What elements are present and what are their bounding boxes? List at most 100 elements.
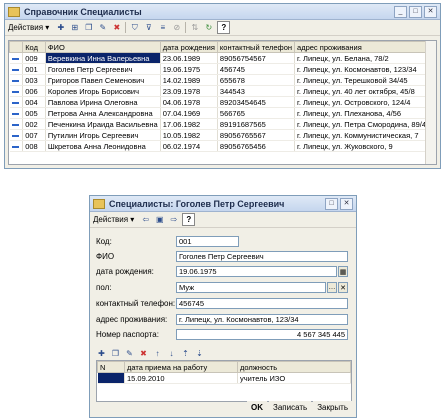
cell-code[interactable]: 003 [22,74,46,86]
cell-fio[interactable]: Веревкина Инна Валерьевна [45,52,161,64]
select-ellipsis-icon[interactable]: … [327,282,337,293]
address-field[interactable]: г. Липецк, ул. Космонавтов, 123/34 [176,314,348,325]
header-phone[interactable]: контактный телефон [216,41,296,53]
save-button[interactable]: Записать [269,401,312,414]
row-edit-icon[interactable]: ✎ [124,349,135,360]
cell-fio[interactable]: Путилин Игорь Сергеевич [45,129,161,141]
ok-button[interactable]: OK [247,401,267,414]
row-down-icon[interactable]: ↓ [166,349,177,360]
refresh-icon[interactable]: ↻ [203,22,214,33]
save-icon[interactable]: ▣ [154,214,165,225]
table-row[interactable]: 004 Павлова Ирина Олеговна 04.06.1978 89203… [9,96,429,108]
cell-address[interactable]: г. Липецк, ул. Петра Смородина, 89/4 [294,118,429,130]
cell-fio[interactable]: Григоров Павел Семенович [45,74,161,86]
sort-icon[interactable]: ⇅ [189,22,200,33]
row-marker[interactable] [9,52,24,64]
row-up-icon[interactable]: ↑ [152,349,163,360]
header-fio[interactable]: ФИО [44,41,161,53]
row-marker[interactable] [9,96,24,108]
table-row[interactable]: 009 Веревкина Инна Валерьевна 23.06.1989 89… [9,52,429,64]
close-icon[interactable]: ✕ [340,197,353,210]
maximize-icon[interactable]: □ [409,5,422,18]
cell-code[interactable]: 001 [22,63,46,75]
add-icon[interactable]: ✚ [55,22,66,33]
cell-dob[interactable]: 23.09.1978 [160,85,218,97]
header-address[interactable]: адрес проживания [294,41,429,53]
close-icon[interactable]: ✕ [424,5,437,18]
filter-list-icon[interactable]: ≡ [157,22,168,33]
cell-n[interactable]: 1 [97,372,125,384]
calendar-icon[interactable]: ▦ [338,266,348,277]
clear-icon[interactable]: ✕ [338,282,348,293]
cell-phone[interactable]: 89056754567 [217,52,296,64]
help-button[interactable]: ? [217,21,231,34]
row-copy-icon[interactable]: ❐ [110,349,121,360]
cell-address[interactable]: г. Липецк, ул. Жуковского, 9 [294,140,429,152]
header-hire-date[interactable]: дата приема на работу [124,361,238,373]
passport-field[interactable]: 4 567 345 445 [176,329,348,340]
row-marker[interactable] [9,63,24,75]
filter-icon[interactable]: ⛉ [129,22,140,33]
cell-phone[interactable]: 89191687565 [217,118,296,130]
cell-address[interactable]: г. Липецк, ул. Космонавтов, 123/34 [294,63,429,75]
filter-value-icon[interactable]: ⊽ [143,22,154,33]
table-row[interactable]: 001 Гоголев Петр Сергеевич 19.06.1975 45674… [9,63,429,75]
filter-off-icon[interactable]: ⊘ [171,22,182,33]
row-add-icon[interactable]: ✚ [96,349,107,360]
cell-fio[interactable]: Гоголев Петр Сергеевич [45,63,161,75]
fio-field[interactable]: Гоголев Петр Сергеевич [176,251,348,262]
row-marker[interactable] [9,140,24,152]
maximize-icon[interactable]: □ [325,197,338,210]
cell-address[interactable]: г. Липецк, ул. Коммунистическая, 7 [294,129,429,141]
cell-position[interactable]: учитель ИЗО [237,372,351,384]
post-icon[interactable]: ⇨ [168,214,179,225]
cell-code[interactable]: 002 [22,118,46,130]
cell-address[interactable]: г. Липецк, ул. Терешковой 34/45 [294,74,429,86]
row-marker[interactable] [9,129,24,141]
copy-icon[interactable]: ❐ [83,22,94,33]
table-row[interactable]: 006 Королев Игорь Борисович 23.09.1978 3445… [9,85,429,97]
delete-icon[interactable]: ✖ [111,22,122,33]
row-marker[interactable] [9,85,24,97]
sort-desc-icon[interactable]: ⇣ [194,349,205,360]
header-position[interactable]: должность [237,361,351,373]
add-group-icon[interactable]: ⊞ [69,22,80,33]
cell-phone[interactable]: 566765 [217,107,296,119]
table-row[interactable]: 005 Петрова Анна Александровна 07.04.1969 5… [9,107,429,119]
cell-dob[interactable]: 06.02.1974 [160,140,218,152]
close-button[interactable]: Закрыть [313,401,352,414]
cell-phone[interactable]: 344543 [217,85,296,97]
cell-code[interactable]: 005 [22,107,46,119]
cell-fio[interactable]: Королев Игорь Борисович [45,85,161,97]
vertical-scrollbar[interactable] [425,41,436,164]
table-row[interactable]: 008 Шкретова Анна Леонидовна 06.02.1974 890… [9,140,429,152]
cell-address[interactable]: г. Липецк, ул. Белана, 78/2 [294,52,429,64]
row-marker[interactable] [9,118,24,130]
cell-fio[interactable]: Печенкина Ираида Васильевна [45,118,161,130]
sort-asc-icon[interactable]: ⇡ [180,349,191,360]
cell-dob[interactable]: 04.06.1978 [160,96,218,108]
row-marker[interactable] [9,107,24,119]
cell-dob[interactable]: 17.06.1982 [160,118,218,130]
back-icon[interactable]: ⇦ [140,214,151,225]
cell-code[interactable]: 006 [22,85,46,97]
row-marker[interactable] [9,74,24,86]
dob-field[interactable]: 19.06.1975 [176,266,337,277]
cell-phone[interactable]: 89203454645 [217,96,296,108]
cell-hire-date[interactable]: 15.09.2010 [124,372,238,384]
header-dob[interactable]: дата рождения [159,41,218,53]
help-button[interactable]: ? [182,213,196,226]
cell-phone[interactable]: 89056765567 [217,129,296,141]
header-code[interactable]: Код [22,41,46,53]
phone-field[interactable]: 456745 [176,298,348,309]
cell-phone[interactable]: 655678 [217,74,296,86]
cell-fio[interactable]: Павлова Ирина Олеговна [45,96,161,108]
cell-code[interactable]: 008 [22,140,46,152]
cell-dob[interactable]: 19.06.1975 [160,63,218,75]
edit-icon[interactable]: ✎ [97,22,108,33]
cell-dob[interactable]: 07.04.1969 [160,107,218,119]
employment-row[interactable]: 1 15.09.2010 учитель ИЗО [97,372,351,384]
actions-menu[interactable]: Действия ▾ [93,215,137,224]
minimize-icon[interactable]: _ [394,5,407,18]
cell-code[interactable]: 004 [22,96,46,108]
